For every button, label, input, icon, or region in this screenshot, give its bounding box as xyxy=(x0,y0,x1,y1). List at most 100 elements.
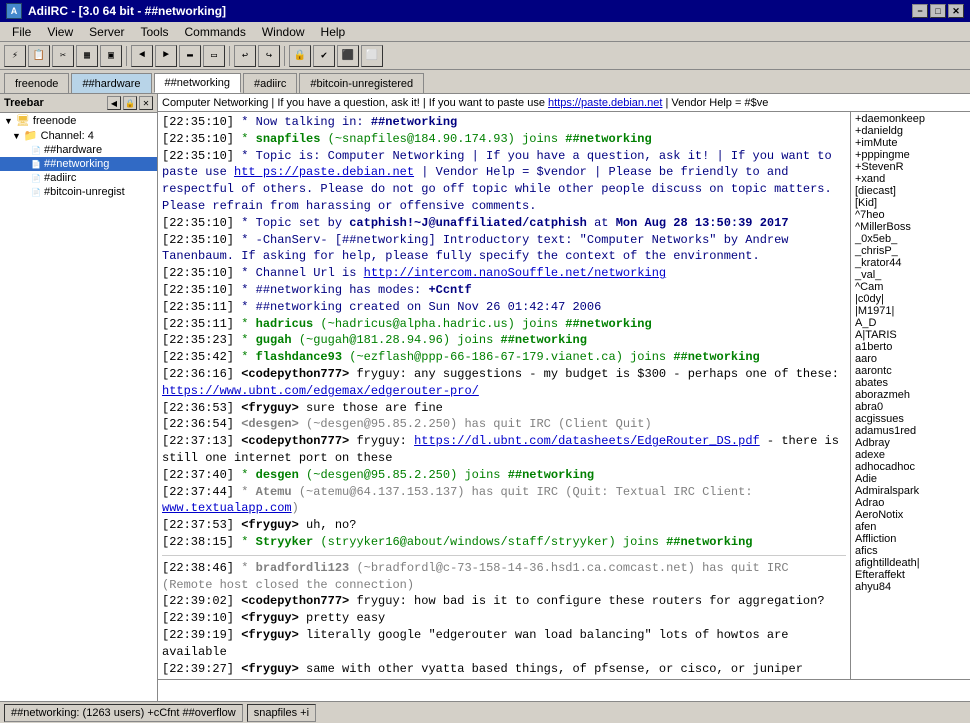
user-item[interactable]: +danieldg xyxy=(851,125,970,137)
topic-link[interactable]: https://paste.debian.net xyxy=(548,97,662,109)
sidebar-icon-3[interactable]: ✕ xyxy=(139,96,153,110)
user-item[interactable]: abra0 xyxy=(851,401,970,413)
user-item[interactable]: A_D xyxy=(851,317,970,329)
treebar-label: Treebar xyxy=(4,97,44,109)
user-item[interactable]: Adie xyxy=(851,473,970,485)
url-link-2[interactable]: https://www.ubnt.com/edgemax/edgerouter-… xyxy=(162,384,479,398)
user-item[interactable]: afen xyxy=(851,521,970,533)
user-item[interactable]: afightilldeath| xyxy=(851,557,970,569)
menu-help[interactable]: Help xyxy=(313,23,354,41)
folder-icon: 📁 xyxy=(24,129,38,142)
user-item[interactable]: Adrao xyxy=(851,497,970,509)
user-item[interactable]: aborazmeh xyxy=(851,389,970,401)
toolbar-btn-14[interactable]: ⬛ xyxy=(337,45,359,67)
user-item[interactable]: ^7heo xyxy=(851,209,970,221)
toolbar-btn-6[interactable]: ◄ xyxy=(131,45,153,67)
sidebar-item-label: freenode xyxy=(33,115,76,127)
user-item[interactable]: +xand xyxy=(851,173,970,185)
user-item[interactable]: +imMute xyxy=(851,137,970,149)
user-item[interactable]: Affliction xyxy=(851,533,970,545)
toolbar-btn-8[interactable]: ▬ xyxy=(179,45,201,67)
user-item[interactable]: acgissues xyxy=(851,413,970,425)
sidebar-item-bitcoin[interactable]: 📄 #bitcoin-unregist xyxy=(0,185,157,199)
topic-text: Computer Networking | If you have a ques… xyxy=(162,97,768,109)
user-item[interactable]: |M1971| xyxy=(851,305,970,317)
toolbar-btn-10[interactable]: ↩ xyxy=(234,45,256,67)
toolbar-btn-7[interactable]: ► xyxy=(155,45,177,67)
user-item[interactable]: abates xyxy=(851,377,970,389)
user-item[interactable]: |c0dy| xyxy=(851,293,970,305)
menu-window[interactable]: Window xyxy=(254,23,313,41)
tab-bitcoin[interactable]: #bitcoin-unregistered xyxy=(299,73,424,93)
toolbar-btn-3[interactable]: ✂ xyxy=(52,45,74,67)
toolbar-btn-4[interactable]: ▦ xyxy=(76,45,98,67)
user-item[interactable]: adamus1red xyxy=(851,425,970,437)
close-button[interactable]: ✕ xyxy=(948,4,964,18)
user-item[interactable]: _0x5eb_ xyxy=(851,233,970,245)
tab-hardware[interactable]: ##hardware xyxy=(71,73,151,93)
toolbar-btn-12[interactable]: 🔒 xyxy=(289,45,311,67)
user-item[interactable]: [diecast] xyxy=(851,185,970,197)
minimize-button[interactable]: − xyxy=(912,4,928,18)
toolbar-btn-2[interactable]: 📋 xyxy=(28,45,50,67)
tab-networking[interactable]: ##networking xyxy=(154,73,241,93)
url-link-3[interactable]: https://dl.ubnt.com/datasheets/EdgeRoute… xyxy=(414,434,760,448)
toolbar-btn-13[interactable]: ✔ xyxy=(313,45,335,67)
user-item[interactable]: adhocadhoc xyxy=(851,461,970,473)
sidebar-item-hardware[interactable]: 📄 ##hardware xyxy=(0,143,157,157)
sidebar-item-adiirc[interactable]: 📄 #adiirc xyxy=(0,171,157,185)
message-line: [22:39:19] <fryguy> literally google "ed… xyxy=(162,627,846,661)
chat-input[interactable] xyxy=(158,680,970,701)
user-item[interactable]: AeroNotix xyxy=(851,509,970,521)
toolbar-btn-1[interactable]: ⚡ xyxy=(4,45,26,67)
user-item[interactable]: aaro xyxy=(851,353,970,365)
message-line: [22:35:10] * Now talking in: ##networkin… xyxy=(162,114,846,131)
maximize-button[interactable]: □ xyxy=(930,4,946,18)
user-item[interactable]: a1berto xyxy=(851,341,970,353)
menu-tools[interactable]: Tools xyxy=(132,23,176,41)
sidebar-icon-1[interactable]: ◀ xyxy=(107,96,121,110)
user-item[interactable]: Admiralspark xyxy=(851,485,970,497)
topic-link-2[interactable]: htt ps://paste.debian.net xyxy=(234,165,414,179)
user-item[interactable]: Efteraffekt xyxy=(851,569,970,581)
user-item[interactable]: _krator44 xyxy=(851,257,970,269)
user-item[interactable]: Adbray xyxy=(851,437,970,449)
menu-view[interactable]: View xyxy=(39,23,81,41)
status-mode-text: snapfiles +i xyxy=(254,707,309,719)
user-item[interactable]: +daemonkeep xyxy=(851,113,970,125)
sidebar: Treebar ◀ 🔒 ✕ ▼ 🖥 freenode ▼ 📁 Channel: … xyxy=(0,94,158,701)
sidebar-icon-2[interactable]: 🔒 xyxy=(123,96,137,110)
url-link-4[interactable]: www.textualapp.com xyxy=(162,501,292,515)
message-line: [22:39:27] <fryguy> same with other vyat… xyxy=(162,661,846,678)
menu-server[interactable]: Server xyxy=(81,23,132,41)
sidebar-item-networking[interactable]: 📄 ##networking xyxy=(0,157,157,171)
user-item[interactable]: afics xyxy=(851,545,970,557)
user-item[interactable]: +pppingme xyxy=(851,149,970,161)
user-item[interactable]: ^Cam xyxy=(851,281,970,293)
menu-commands[interactable]: Commands xyxy=(177,23,254,41)
user-item[interactable]: _chrisP_ xyxy=(851,245,970,257)
app-icon: A xyxy=(6,3,22,19)
sidebar-item-channels[interactable]: ▼ 📁 Channel: 4 xyxy=(0,128,157,143)
message-line: [22:35:10] * Topic set by catphish!~J@un… xyxy=(162,215,846,232)
sidebar-item-freenode[interactable]: ▼ 🖥 freenode xyxy=(0,113,157,128)
message-line: [22:36:16] <codepython777> fryguy: any s… xyxy=(162,366,846,400)
toolbar-btn-15[interactable]: ⬜ xyxy=(361,45,383,67)
tab-freenode[interactable]: freenode xyxy=(4,73,69,93)
toolbar-btn-11[interactable]: ↪ xyxy=(258,45,280,67)
user-item[interactable]: _val_ xyxy=(851,269,970,281)
user-item[interactable]: adexe xyxy=(851,449,970,461)
user-item[interactable]: [Kid] xyxy=(851,197,970,209)
menu-file[interactable]: File xyxy=(4,23,39,41)
topic-bar: Computer Networking | If you have a ques… xyxy=(158,94,970,112)
user-item[interactable]: ahyu84 xyxy=(851,581,970,593)
toolbar-btn-5[interactable]: ▣ xyxy=(100,45,122,67)
user-item[interactable]: A|TARIS xyxy=(851,329,970,341)
tab-adiirc[interactable]: #adiirc xyxy=(243,73,297,93)
user-item[interactable]: +StevenR xyxy=(851,161,970,173)
user-item[interactable]: ^MillerBoss xyxy=(851,221,970,233)
user-item[interactable]: aarontc xyxy=(851,365,970,377)
url-link[interactable]: http://intercom.nanoSouffle.net/networki… xyxy=(364,266,666,280)
statusbar: ##networking: (1263 users) +cCfnt ##over… xyxy=(0,701,970,723)
toolbar-btn-9[interactable]: ▭ xyxy=(203,45,225,67)
